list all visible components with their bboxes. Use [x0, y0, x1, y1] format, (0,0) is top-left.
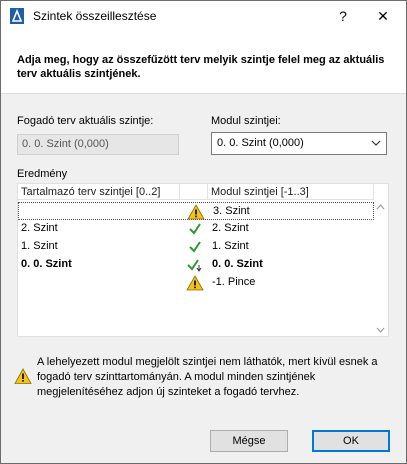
check-anchor-icon	[187, 259, 202, 272]
scroll-down-icon[interactable]	[376, 326, 385, 334]
header-band: Adja meg, hogy az összefűzött terv melyi…	[1, 31, 406, 94]
result-label: Eredmény	[17, 168, 68, 180]
dialog-content: Adja meg, hogy az összefűzött terv melyi…	[1, 31, 406, 463]
module-level-cell: 0. 0. Szint	[212, 258, 263, 270]
module-level-cell: -1. Pince	[212, 276, 256, 288]
warning-icon	[186, 275, 204, 291]
table-row[interactable]: 0. 0. Szint 0. 0. Szint	[18, 256, 374, 274]
module-level-cell: 3. Szint	[213, 205, 250, 217]
table-row[interactable]: -1. Pince	[18, 274, 374, 292]
host-level-label: Fogadó terv aktuális szintje:	[17, 115, 154, 127]
cancel-button[interactable]: Mégse	[210, 430, 288, 452]
table-row[interactable]: 3. Szint	[18, 202, 374, 220]
archicad-app-icon	[10, 8, 24, 24]
window-title: Szintek összeillesztése	[33, 9, 157, 23]
table-row[interactable]: 1. Szint 1. Szint	[18, 238, 374, 256]
warning-icon	[187, 204, 205, 220]
host-level-field: 0. 0. Szint (0,000)	[17, 134, 179, 155]
title-bar[interactable]: Szintek összeillesztése ? ✕	[1, 1, 406, 31]
chevron-down-icon	[371, 140, 381, 146]
table-scrollbar[interactable]	[373, 201, 388, 336]
ok-button[interactable]: OK	[312, 430, 390, 452]
table-row[interactable]: 2. Szint 2. Szint	[18, 220, 374, 238]
check-icon	[189, 223, 201, 235]
column-header-module[interactable]: Modul szintjei [-1..3]	[208, 184, 374, 200]
module-level-cell: 2. Szint	[212, 222, 249, 234]
host-level-cell: 2. Szint	[21, 222, 58, 234]
close-button[interactable]: ✕	[361, 1, 405, 31]
warning-icon	[14, 368, 32, 384]
column-header-status[interactable]	[180, 184, 208, 200]
module-level-cell: 1. Szint	[212, 240, 249, 252]
notice-text: A lehelyezett modul megjelölt szintjei n…	[37, 356, 378, 398]
host-level-cell: 1. Szint	[21, 240, 58, 252]
module-levels-label: Modul szintjei:	[211, 115, 281, 127]
module-levels-selected: 0. 0. Szint (0,000)	[217, 137, 304, 149]
host-level-cell: 0. 0. Szint	[21, 258, 72, 270]
dialog-heading: Adja meg, hogy az összefűzött terv melyi…	[17, 54, 385, 80]
module-levels-dropdown[interactable]: 0. 0. Szint (0,000)	[211, 132, 387, 155]
help-button[interactable]: ?	[321, 1, 365, 31]
check-icon	[189, 241, 201, 253]
scroll-up-icon[interactable]	[376, 203, 385, 211]
column-header-host[interactable]: Tartalmazó terv szintjei [0..2]	[18, 184, 180, 200]
result-table[interactable]: Tartalmazó terv szintjei [0..2] Modul sz…	[17, 183, 389, 337]
dialog-window: Szintek összeillesztése ? ✕ Adja meg, ho…	[0, 0, 407, 464]
